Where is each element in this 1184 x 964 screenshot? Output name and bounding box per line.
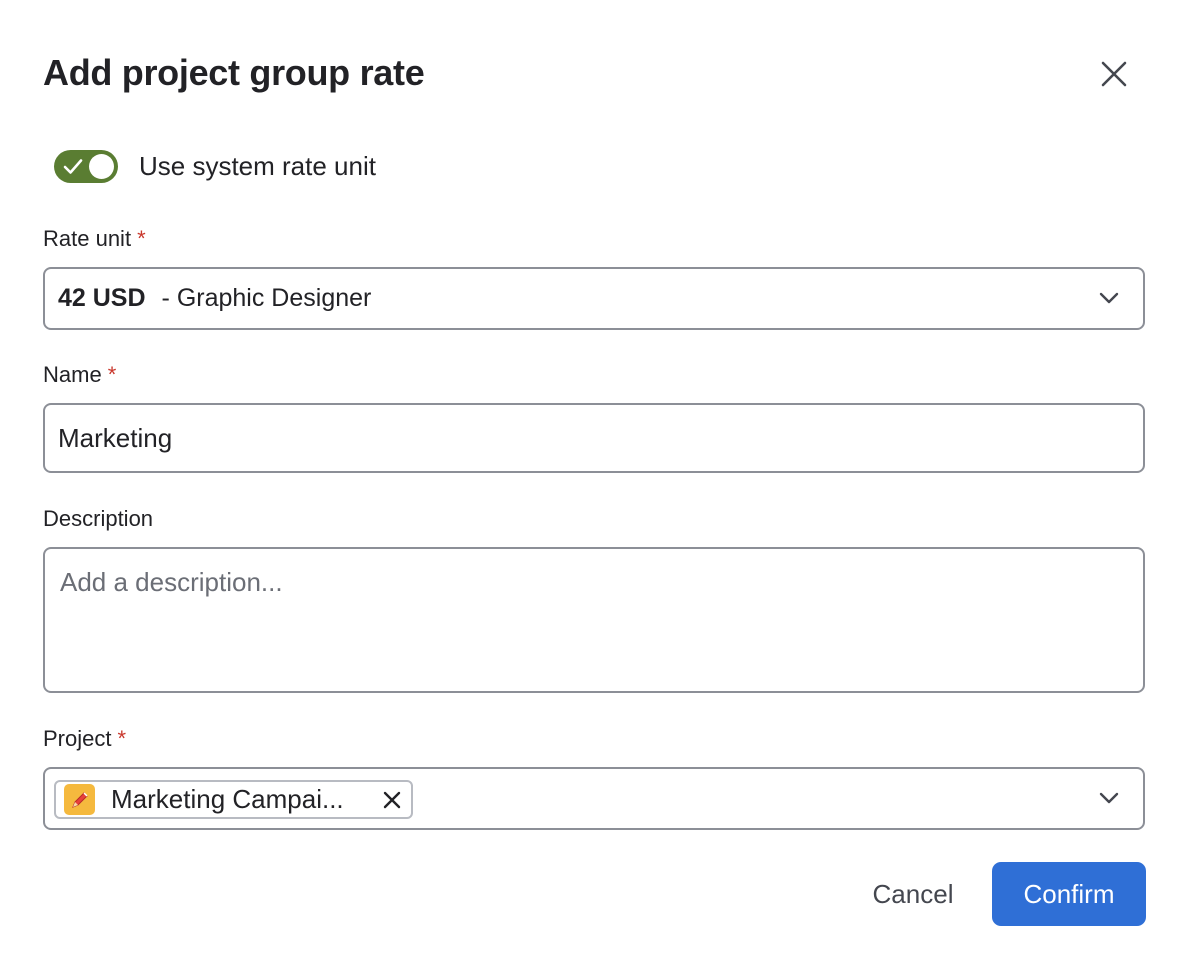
- required-marker: *: [137, 226, 146, 251]
- name-label-text: Name: [43, 362, 102, 387]
- add-project-group-rate-dialog: Add project group rate Use system rate u…: [0, 0, 1184, 964]
- cancel-button[interactable]: Cancel: [848, 862, 978, 926]
- project-chip: Marketing Campai...: [54, 780, 413, 819]
- rate-unit-label-text: Rate unit: [43, 226, 132, 251]
- close-button[interactable]: [1094, 54, 1134, 94]
- dialog-title: Add project group rate: [43, 52, 425, 93]
- required-marker: *: [117, 726, 127, 751]
- project-label: Project *: [43, 726, 126, 752]
- system-rate-toggle-row: Use system rate unit: [54, 150, 376, 183]
- confirm-button[interactable]: Confirm: [992, 862, 1146, 926]
- pencil-icon: [71, 791, 88, 808]
- required-marker: *: [107, 362, 117, 387]
- toggle-knob: [89, 154, 114, 179]
- project-select[interactable]: Marketing Campai...: [43, 767, 1145, 830]
- remove-project-button[interactable]: [382, 790, 402, 810]
- close-icon: [383, 791, 401, 809]
- project-chip-label: Marketing Campai...: [111, 784, 344, 814]
- rate-unit-role: - Graphic Designer: [161, 284, 372, 312]
- rate-unit-select[interactable]: 42 USD - Graphic Designer: [43, 267, 1145, 330]
- chevron-down-icon: [1099, 792, 1119, 803]
- rate-unit-amount: 42 USD: [58, 284, 146, 312]
- system-rate-toggle-label: Use system rate unit: [139, 151, 376, 181]
- project-chip-icon: [64, 784, 95, 815]
- chevron-down-icon: [1099, 292, 1119, 303]
- description-label: Description: [43, 506, 154, 531]
- name-input[interactable]: [43, 403, 1145, 473]
- check-icon: [63, 159, 83, 174]
- system-rate-toggle[interactable]: [54, 150, 118, 183]
- name-label: Name *: [43, 362, 116, 388]
- rate-unit-label: Rate unit *: [43, 226, 146, 252]
- project-label-text: Project: [43, 726, 112, 751]
- description-textarea[interactable]: [43, 547, 1145, 693]
- close-icon: [1101, 61, 1127, 87]
